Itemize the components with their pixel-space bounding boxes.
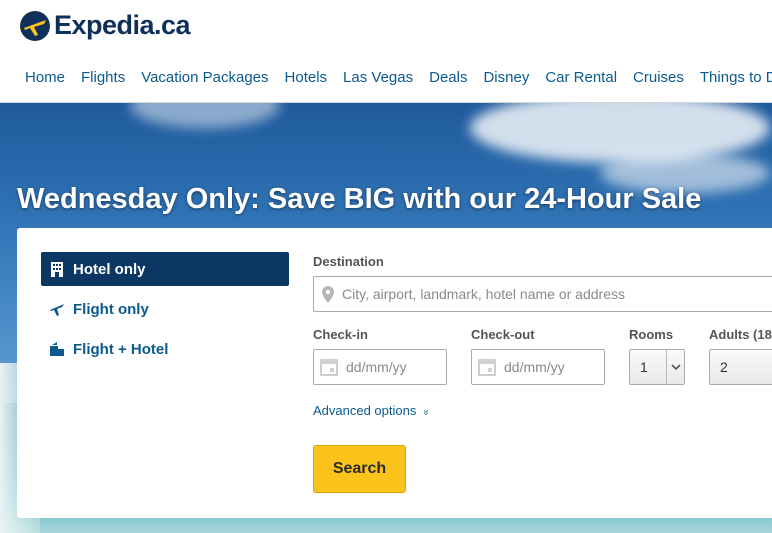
- cloud-decoration: [130, 103, 280, 128]
- tab-label: Flight only: [73, 300, 149, 318]
- tab-flight-only[interactable]: Flight only: [41, 292, 289, 326]
- nav-item-disney[interactable]: Disney: [483, 69, 529, 86]
- advanced-options-link[interactable]: Advanced options »: [313, 403, 432, 418]
- logo-text: Expedia.ca: [54, 10, 191, 40]
- search-panel: Hotel only Flight only Flight + Hotel De…: [17, 228, 772, 518]
- tab-label: Flight + Hotel: [73, 340, 169, 358]
- nav-item-cruises[interactable]: Cruises: [633, 69, 684, 86]
- nav-item-hotels[interactable]: Hotels: [285, 69, 328, 86]
- search-type-tabs: Hotel only Flight only Flight + Hotel: [41, 252, 289, 372]
- adults-value: 2: [720, 359, 728, 375]
- cloud-decoration: [470, 103, 770, 163]
- nav-item-car-rental[interactable]: Car Rental: [545, 69, 617, 86]
- tab-hotel-only[interactable]: Hotel only: [41, 252, 289, 286]
- double-chevron-down-icon: »: [420, 409, 432, 416]
- checkin-label: Check-in: [313, 327, 368, 342]
- tab-label: Hotel only: [73, 260, 146, 278]
- destination-input[interactable]: City, airport, landmark, hotel name or a…: [313, 276, 772, 312]
- nav-item-las-vegas[interactable]: Las Vegas: [343, 69, 413, 86]
- location-pin-icon: [322, 285, 334, 303]
- adults-label: Adults (18: [709, 327, 772, 342]
- tab-flight-hotel[interactable]: Flight + Hotel: [41, 332, 289, 366]
- calendar-icon: [320, 358, 338, 376]
- destination-label: Destination: [313, 254, 384, 269]
- advanced-options-label: Advanced options: [313, 403, 417, 418]
- main-nav: Home Flights Vacation Packages Hotels La…: [25, 69, 772, 86]
- rooms-select[interactable]: 1: [629, 349, 685, 385]
- site-header: Expedia.ca Home Flights Vacation Package…: [0, 0, 772, 103]
- checkout-label: Check-out: [471, 327, 535, 342]
- rooms-label: Rooms: [629, 327, 674, 342]
- nav-item-home[interactable]: Home: [25, 69, 65, 86]
- destination-placeholder: City, airport, landmark, hotel name or a…: [342, 286, 625, 302]
- checkout-input[interactable]: dd/mm/yy: [471, 349, 605, 385]
- logo-plane-icon: [20, 10, 50, 41]
- adults-select[interactable]: 2: [709, 349, 772, 385]
- checkin-placeholder: dd/mm/yy: [346, 359, 407, 375]
- hero-headline: Wednesday Only: Save BIG with our 24-Hou…: [17, 183, 702, 215]
- plane-icon: [47, 299, 67, 319]
- nav-item-flights[interactable]: Flights: [81, 69, 125, 86]
- chevron-down-icon: [666, 350, 684, 384]
- rooms-value: 1: [640, 359, 648, 375]
- nav-item-things-to-do[interactable]: Things to Do: [700, 69, 772, 86]
- checkout-placeholder: dd/mm/yy: [504, 359, 565, 375]
- expedia-logo[interactable]: Expedia.ca: [20, 10, 191, 41]
- checkin-input[interactable]: dd/mm/yy: [313, 349, 447, 385]
- nav-item-vacation-packages[interactable]: Vacation Packages: [141, 69, 268, 86]
- nav-item-deals[interactable]: Deals: [429, 69, 467, 86]
- search-button[interactable]: Search: [313, 445, 406, 493]
- hotel-icon: [47, 259, 67, 279]
- calendar-icon: [478, 358, 496, 376]
- flight-hotel-icon: [47, 339, 67, 359]
